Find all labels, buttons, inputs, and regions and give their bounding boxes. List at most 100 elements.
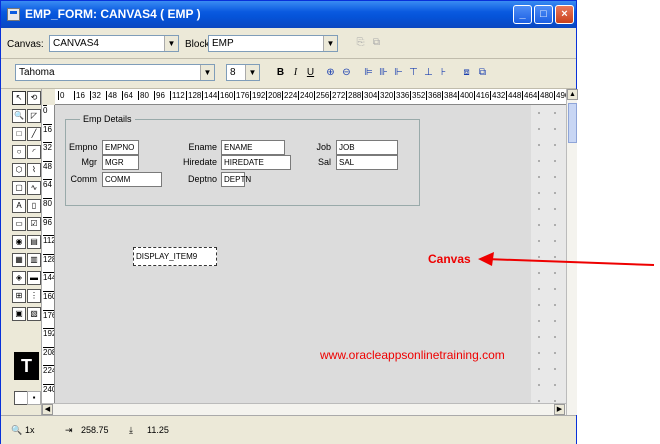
select-pointer-icon[interactable]: ↖ <box>12 91 26 105</box>
group-icon[interactable]: ⧈ <box>459 65 474 81</box>
title-bar: EMP_FORM: CANVAS4 ( EMP ) _ □ × <box>1 1 576 28</box>
line-icon[interactable]: ╱ <box>27 127 41 141</box>
horizontal-ruler: 0 16 32 48 64 80 96 112 128 144 160 176 192 208 224 240… <box>55 89 566 105</box>
scroll-left-icon[interactable]: ◀ <box>42 404 53 415</box>
underline-button[interactable]: U <box>303 65 318 81</box>
tab-canvas-tool-icon[interactable]: ⊞ <box>12 289 26 303</box>
zoom-level: 1x <box>25 425 35 435</box>
block-select[interactable]: EMP ▼ <box>208 35 338 52</box>
ruler-tick: 0 <box>43 105 48 115</box>
hiredate-field[interactable]: HIREDATE <box>221 155 291 170</box>
ruler-tick: 192 <box>43 328 54 338</box>
frame-tool-icon[interactable]: ▯ <box>27 199 41 213</box>
polygon-icon[interactable]: ⬡ <box>12 163 26 177</box>
canvas-select[interactable]: CANVAS4 ▼ <box>49 35 179 52</box>
canvas-label: Canvas: <box>7 39 44 50</box>
checkbox-tool-icon[interactable]: ☑ <box>27 217 41 231</box>
display-item[interactable]: DISPLAY_ITEM9 <box>133 247 217 266</box>
field-label-ename: Ename <box>188 142 217 152</box>
ruler-tick: 208 <box>266 91 282 100</box>
empno-field[interactable]: EMPNO <box>102 140 139 155</box>
magnify-icon[interactable]: 🔍 <box>12 109 26 123</box>
ruler-tick: 144 <box>43 272 54 282</box>
close-button[interactable]: × <box>555 5 574 24</box>
ellipse-icon[interactable]: ○ <box>12 145 26 159</box>
ename-field[interactable]: ENAME <box>221 140 285 155</box>
copy-properties-icon[interactable]: ⧉ <box>369 35 384 51</box>
form-builder-window: EMP_FORM: CANVAS4 ( EMP ) _ □ × Canvas: … <box>0 0 578 444</box>
block-select-value: EMP <box>212 38 234 49</box>
ruler-tick: 112 <box>170 91 185 100</box>
align-bottom-icon[interactable]: ⊦ <box>436 65 451 81</box>
rectangle-icon[interactable]: □ <box>12 127 26 141</box>
rounded-rectangle-icon[interactable]: ▢ <box>12 181 26 195</box>
ruler-tick: 224 <box>282 91 298 100</box>
maximize-button[interactable]: □ <box>534 5 553 24</box>
ruler-tick: 224 <box>43 365 54 375</box>
font-toolbar: Tahoma ▼ 8 ▼ B I U ⊕ ⊖ ⊫ ⊪ ⊩ ⊤ ⊥ ⊦ ⧈ ⧉ <box>1 59 576 89</box>
watermark-url: www.oracleappsonlinetraining.com <box>320 348 505 362</box>
ruler-tick: 448 <box>506 91 522 100</box>
job-field[interactable]: JOB <box>336 140 398 155</box>
ruler-tick: 480 <box>538 91 554 100</box>
zoom-in-icon[interactable]: ⊕ <box>323 65 338 81</box>
freehand-icon[interactable]: ∿ <box>27 181 41 195</box>
scroll-up-icon[interactable]: ▲ <box>567 89 578 100</box>
button-tool-icon[interactable]: ▭ <box>12 217 26 231</box>
italic-button[interactable]: I <box>288 65 303 81</box>
font-size-select[interactable]: 8 ▼ <box>226 64 260 81</box>
ruler-tick: 208 <box>43 346 54 357</box>
text-large-icon[interactable]: T <box>14 352 39 380</box>
ruler-tick: 464 <box>522 91 538 100</box>
sal-field[interactable]: SAL <box>336 155 398 170</box>
ruler-tick: 256 <box>314 91 330 100</box>
zoom-out-icon[interactable]: ⊖ <box>339 65 354 81</box>
arc-icon[interactable]: ◜ <box>27 145 41 159</box>
bold-button[interactable]: B <box>273 65 288 81</box>
comm-field[interactable]: COMM <box>102 172 162 187</box>
bean-area-tool-icon[interactable]: ▧ <box>27 307 41 321</box>
ruler-tick: 128 <box>43 253 54 264</box>
color-palette-icon[interactable]: ▪ <box>27 391 41 405</box>
ole-container-icon[interactable]: ◈ <box>12 271 26 285</box>
field-label-job: Job <box>316 142 331 152</box>
ungroup-icon[interactable]: ⧉ <box>475 65 490 81</box>
tree-tool-icon[interactable]: ⋮ <box>27 289 41 303</box>
deptno-field[interactable]: DEPTN <box>221 172 251 187</box>
window-title: EMP_FORM: CANVAS4 ( EMP ) <box>25 7 201 21</box>
ruler-tick: 400 <box>458 91 474 100</box>
app-icon <box>7 8 20 21</box>
paste-properties-icon[interactable]: ⎘ <box>353 35 368 51</box>
stacked-canvas-tool-icon[interactable]: ▣ <box>12 307 26 321</box>
rotate-icon[interactable]: ⟲ <box>27 91 41 105</box>
reshape-icon[interactable]: ◸ <box>27 109 41 123</box>
x-position-icon: ⇥ <box>65 425 73 435</box>
align-middle-icon[interactable]: ⊥ <box>421 65 436 81</box>
text-item-tool-icon[interactable]: ▤ <box>27 235 41 249</box>
minimize-button[interactable]: _ <box>513 5 532 24</box>
vertical-scroll-thumb[interactable] <box>568 103 577 143</box>
fill-color-icon[interactable] <box>14 391 28 405</box>
image-tool-icon[interactable]: ▦ <box>12 253 26 267</box>
ruler-tick: 192 <box>250 91 266 100</box>
scroll-right-icon[interactable]: ▶ <box>554 404 565 415</box>
mgr-field[interactable]: MGR <box>102 155 139 170</box>
ruler-tick: 96 <box>154 91 165 100</box>
align-left-icon[interactable]: ⊫ <box>361 65 376 81</box>
ruler-tick: 336 <box>394 91 410 100</box>
align-top-icon[interactable]: ⊤ <box>406 65 421 81</box>
polyline-icon[interactable]: ⌇ <box>27 163 41 177</box>
chart-tool-icon[interactable]: ▥ <box>27 253 41 267</box>
font-select-value: Tahoma <box>19 67 55 78</box>
font-select[interactable]: Tahoma ▼ <box>15 64 215 81</box>
ruler-tick: 64 <box>43 179 52 190</box>
text-tool-icon[interactable]: A <box>12 199 26 213</box>
align-right-icon[interactable]: ⊩ <box>391 65 406 81</box>
field-label-comm: Comm <box>70 174 98 184</box>
horizontal-scrollbar[interactable]: ◀ ▶ <box>42 403 566 415</box>
radio-button-tool-icon[interactable]: ◉ <box>12 235 26 249</box>
field-label-mgr: Mgr <box>81 157 98 167</box>
tool-palette: ↖ ⟲ 🔍 ◸ □ ╱ ○ ◜ ⬡ ⌇ ▢ ∿ A ▯ ▭ ☑ ◉ ▤ ▦ ▥ … <box>11 89 42 415</box>
list-item-tool-icon[interactable]: ▬ <box>27 271 41 285</box>
align-center-icon[interactable]: ⊪ <box>376 65 391 81</box>
